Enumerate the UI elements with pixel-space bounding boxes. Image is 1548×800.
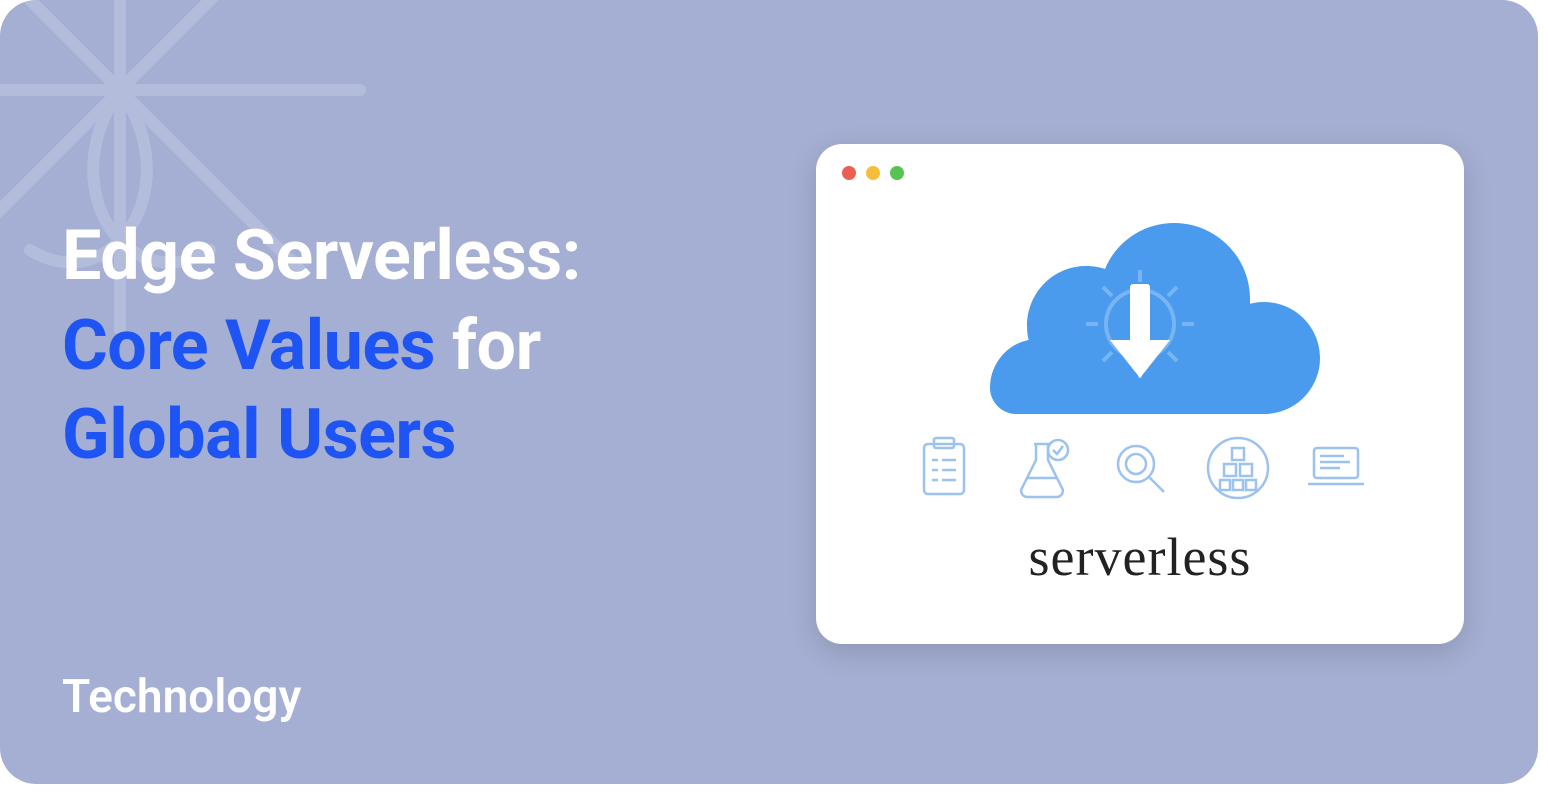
category-label: Technology	[62, 670, 301, 724]
title-line-1: Edge Serverless:	[62, 212, 822, 302]
laptop-icon	[1300, 432, 1372, 508]
cloud-download-icon	[960, 204, 1320, 414]
hero-banner: Edge Serverless: Core Values for Global …	[0, 0, 1538, 784]
title-line-2: Core Values for	[62, 302, 822, 392]
window-traffic-lights	[842, 166, 904, 180]
flask-icon	[1006, 432, 1078, 508]
magnifier-icon	[1104, 432, 1176, 508]
title-for: for	[435, 305, 541, 387]
title-block: Edge Serverless: Core Values for Global …	[62, 212, 822, 481]
stack-icon	[1202, 432, 1274, 508]
illustration-label: serverless	[880, 526, 1400, 588]
title-line-3: Global Users	[62, 391, 822, 481]
illustration: serverless	[880, 204, 1400, 588]
illustration-card: serverless	[816, 144, 1464, 644]
icon-row	[880, 432, 1400, 508]
zoom-icon	[890, 166, 904, 180]
minimize-icon	[866, 166, 880, 180]
title-core-values: Core Values	[62, 305, 435, 387]
close-icon	[842, 166, 856, 180]
clipboard-icon	[908, 432, 980, 508]
